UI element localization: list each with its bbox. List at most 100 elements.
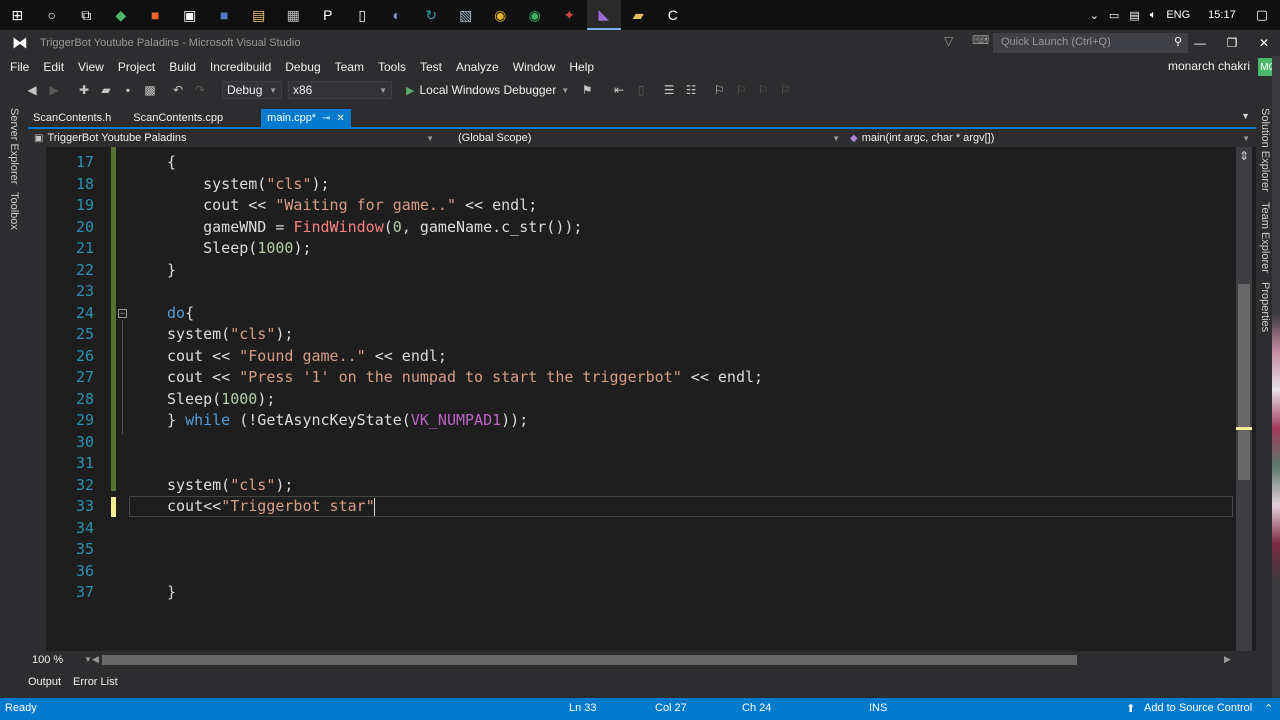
menu-debug[interactable]: Debug bbox=[278, 60, 327, 74]
chevron-down-icon[interactable]: ▼ bbox=[561, 86, 569, 95]
project-select[interactable]: ▣ TriggerBot Youtube Paladins ▼ bbox=[28, 129, 440, 147]
menu-team[interactable]: Team bbox=[328, 60, 371, 74]
save-icon[interactable]: ▪ bbox=[118, 80, 138, 100]
code-line[interactable]: cout << "Press '1' on the numpad to star… bbox=[167, 367, 763, 389]
tab-error-list[interactable]: Error List bbox=[73, 676, 118, 688]
app-green-diamond-icon[interactable]: ◆ bbox=[104, 0, 139, 30]
menu-tools[interactable]: Tools bbox=[371, 60, 413, 74]
volume-icon[interactable]: 🔈︎ bbox=[1150, 9, 1157, 22]
code-editor[interactable]: − 17 {18 system("cls"); 19 cout << "Waitin… bbox=[46, 147, 1256, 651]
app-orange-icon[interactable]: ■ bbox=[138, 0, 173, 30]
menu-test[interactable]: Test bbox=[413, 60, 449, 74]
store-icon[interactable]: ▣ bbox=[173, 0, 208, 30]
search-icon[interactable]: ⚲ bbox=[1174, 35, 1182, 48]
maximize-button[interactable]: ❐ bbox=[1216, 30, 1248, 56]
task-view-icon[interactable]: ⧉ bbox=[69, 0, 104, 30]
tab-scancontents-h[interactable]: ScanContents.h bbox=[27, 109, 117, 127]
app-photos-icon[interactable]: ▧ bbox=[449, 0, 484, 30]
menu-project[interactable]: Project bbox=[111, 60, 162, 74]
menu-build[interactable]: Build bbox=[162, 60, 203, 74]
code-line[interactable]: cout << "Waiting for game.." << endl; bbox=[167, 195, 537, 217]
indent-icon[interactable]: ☷ bbox=[681, 80, 701, 100]
app-refresh-icon[interactable]: ↻ bbox=[414, 0, 449, 30]
pin-icon[interactable]: ⊸ bbox=[322, 113, 330, 124]
app-c-icon[interactable]: C bbox=[656, 0, 691, 30]
next-bookmark-icon[interactable]: ⚐ bbox=[753, 80, 773, 100]
team-explorer-tab[interactable]: Team Explorer bbox=[1259, 202, 1271, 273]
solution-platform-select[interactable]: x86 ▼ bbox=[288, 81, 392, 99]
solution-configuration-select[interactable]: Debug ▼ bbox=[222, 81, 282, 99]
outdent-icon[interactable]: ☰ bbox=[659, 80, 679, 100]
toolbox-tab[interactable]: Toolbox bbox=[8, 192, 20, 230]
app-disc-icon[interactable]: ◐ bbox=[380, 0, 415, 30]
code-line[interactable]: do{ bbox=[167, 303, 194, 325]
app-film-icon[interactable]: ▦ bbox=[276, 0, 311, 30]
chrome-icon[interactable]: ◉ bbox=[483, 0, 518, 30]
app-tool-icon[interactable]: ✦ bbox=[552, 0, 587, 30]
menu-window[interactable]: Window bbox=[506, 60, 563, 74]
code-line[interactable]: system("cls"); bbox=[167, 324, 293, 346]
close-tab-icon[interactable]: ✕ bbox=[336, 113, 344, 124]
app-blue-icon[interactable]: ■ bbox=[207, 0, 242, 30]
app-p-icon[interactable]: P bbox=[311, 0, 346, 30]
clear-bookmarks-icon[interactable]: ⚐ bbox=[775, 80, 795, 100]
member-select[interactable]: ◆ main(int argc, char * argv[]) ▼ bbox=[846, 129, 1256, 147]
attach-icon[interactable]: ⚑ bbox=[577, 80, 597, 100]
code-line[interactable]: Sleep(1000); bbox=[167, 389, 275, 411]
code-line[interactable]: system("cls"); bbox=[167, 174, 329, 196]
chevron-down-icon[interactable]: ▼ bbox=[1241, 111, 1250, 121]
menu-edit[interactable]: Edit bbox=[36, 60, 71, 74]
code-line[interactable]: cout << "Found game.." << endl; bbox=[167, 346, 447, 368]
cortana-icon[interactable]: ○ bbox=[35, 0, 70, 30]
code-line[interactable]: } bbox=[167, 260, 176, 282]
menu-help[interactable]: Help bbox=[562, 60, 601, 74]
code-line[interactable]: gameWND = FindWindow(0, gameName.c_str()… bbox=[167, 217, 582, 239]
user-name[interactable]: monarch chakri bbox=[1168, 59, 1250, 73]
feedback-icon[interactable]: ⌨ bbox=[972, 33, 989, 47]
step-icon[interactable]: ⇤ bbox=[609, 80, 629, 100]
menu-analyze[interactable]: Analyze bbox=[449, 60, 506, 74]
open-file-icon[interactable]: ▰ bbox=[96, 80, 116, 100]
redo-icon[interactable]: ↷ bbox=[190, 80, 210, 100]
solution-explorer-tab[interactable]: Solution Explorer bbox=[1259, 108, 1271, 192]
horizontal-scroll-thumb[interactable] bbox=[102, 655, 1077, 665]
code-line[interactable]: } while (!GetAsyncKeyState(VK_NUMPAD1)); bbox=[167, 410, 528, 432]
new-project-icon[interactable]: ✚ bbox=[74, 80, 94, 100]
notifications-icon[interactable]: ▢ bbox=[1256, 7, 1268, 23]
file-explorer-icon[interactable]: ▰ bbox=[621, 0, 656, 30]
back-icon[interactable]: ◀ bbox=[22, 80, 42, 100]
chrome-alt-icon[interactable]: ◉ bbox=[518, 0, 553, 30]
bookmark-nav-icon[interactable]: ▯ bbox=[631, 80, 651, 100]
code-line[interactable]: Sleep(1000); bbox=[167, 238, 311, 260]
language-indicator[interactable]: ENG bbox=[1166, 9, 1190, 21]
code-line[interactable]: cout<<"Triggerbot star" bbox=[167, 496, 375, 518]
collapse-icon[interactable]: − bbox=[118, 309, 127, 318]
chevron-up-icon[interactable]: ⌃ bbox=[1264, 702, 1273, 715]
chevron-down-icon[interactable]: ▼ bbox=[84, 655, 92, 664]
app-doc-icon[interactable]: ▯ bbox=[345, 0, 380, 30]
tab-main-cpp[interactable]: main.cpp* ⊸ ✕ bbox=[261, 109, 351, 127]
menu-view[interactable]: View bbox=[71, 60, 111, 74]
split-window-icon[interactable]: ⇕ bbox=[1238, 150, 1250, 162]
properties-tab[interactable]: Properties bbox=[1259, 282, 1271, 332]
start-debugging-button[interactable]: ▶ Local Windows Debugger ▼ bbox=[400, 83, 575, 97]
code-line[interactable]: system("cls"); bbox=[167, 475, 293, 497]
visual-studio-icon[interactable]: ◣ bbox=[586, 0, 621, 30]
quick-launch-input[interactable]: Quick Launch (Ctrl+Q) ⚲ bbox=[993, 33, 1188, 53]
code-line[interactable]: { bbox=[167, 152, 176, 174]
clock[interactable]: 15:17 bbox=[1208, 9, 1236, 21]
scroll-left-icon[interactable]: ◀ bbox=[92, 654, 99, 665]
save-all-icon[interactable]: ▩ bbox=[140, 80, 160, 100]
battery-icon[interactable]: ▭ bbox=[1109, 9, 1119, 22]
zoom-level[interactable]: 100 % bbox=[28, 654, 84, 666]
windows-start-icon[interactable]: ⊞ bbox=[0, 0, 35, 30]
filter-icon[interactable]: ▽ bbox=[944, 34, 953, 48]
server-explorer-tab[interactable]: Server Explorer bbox=[8, 108, 20, 184]
prev-bookmark-icon[interactable]: ⚐ bbox=[731, 80, 751, 100]
add-to-source-control[interactable]: Add to Source Control bbox=[1144, 702, 1252, 714]
undo-icon[interactable]: ↶ bbox=[168, 80, 188, 100]
chevron-up-icon[interactable]: ⌄ bbox=[1090, 9, 1099, 22]
forward-icon[interactable]: ▶ bbox=[44, 80, 64, 100]
code-line[interactable]: } bbox=[167, 582, 176, 604]
scroll-right-icon[interactable]: ▶ bbox=[1224, 654, 1231, 665]
